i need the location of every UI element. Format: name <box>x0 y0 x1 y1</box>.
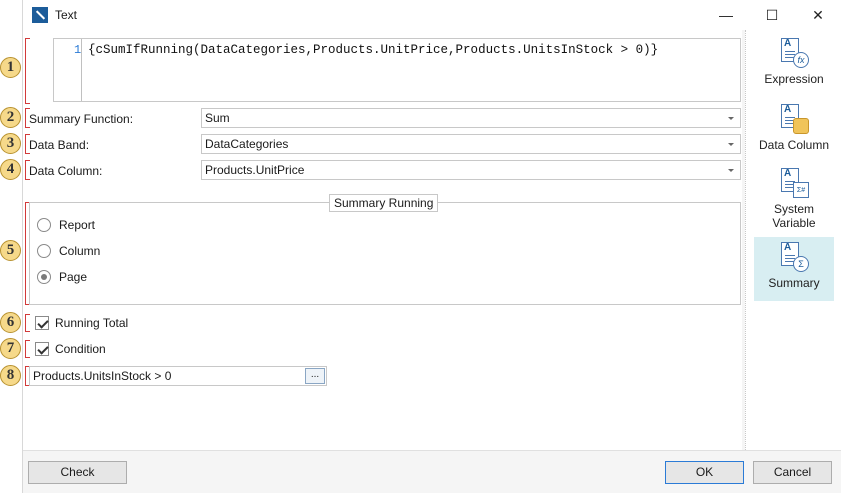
expression-code[interactable]: {cSumIfRunning(DataCategories,Products.U… <box>88 43 658 57</box>
system-variable-icon: Σ# <box>779 168 809 198</box>
dialog-footer: Check OK Cancel <box>23 450 841 493</box>
summary-function-value: Sum <box>205 111 230 125</box>
data-band-select[interactable]: DataCategories <box>201 134 741 154</box>
callout-marker-2: 2 <box>0 107 21 128</box>
bracket-7 <box>25 340 30 358</box>
summary-function-label: Summary Function: <box>29 112 134 126</box>
main-panel: 1 {cSumIfRunning(DataCategories,Products… <box>23 30 742 450</box>
callout-marker-8: 8 <box>0 365 21 386</box>
sidebar-item-data-column[interactable]: Data Column <box>754 104 834 160</box>
callout-marker-6: 6 <box>0 312 21 333</box>
running-total-check[interactable]: Running Total <box>35 316 128 330</box>
callout-marker-3: 3 <box>0 133 21 154</box>
line-number: 1 <box>74 43 82 57</box>
condition-input-value[interactable]: Products.UnitsInStock > 0 <box>33 369 171 383</box>
data-band-label: Data Band: <box>29 138 90 152</box>
title-bar: Text — ☐ ✕ <box>23 0 841 30</box>
sidebar-item-label: System Variable <box>772 202 816 230</box>
radio-page-button[interactable] <box>37 270 51 284</box>
app-icon <box>32 7 48 23</box>
summary-running-group <box>29 202 741 305</box>
window-title: Text <box>55 8 78 22</box>
chevron-down-icon <box>728 117 734 120</box>
summary-function-select[interactable]: Sum <box>201 108 741 128</box>
expression-icon: fx <box>779 38 809 68</box>
bracket-6 <box>25 314 30 332</box>
radio-report[interactable]: Report <box>37 218 95 232</box>
insert-sidebar: fx Expression Data Column Σ# System Vari… <box>745 30 841 450</box>
expression-editor[interactable]: 1 {cSumIfRunning(DataCategories,Products… <box>53 38 741 102</box>
radio-column-label: Column <box>59 244 101 258</box>
callout-marker-5: 5 <box>0 240 21 261</box>
chevron-down-icon <box>728 169 734 172</box>
callout-marker-1: 1 <box>0 57 21 78</box>
maximize-button[interactable]: ☐ <box>757 4 787 26</box>
minimize-button[interactable]: — <box>711 4 741 26</box>
callout-marker-7: 7 <box>0 338 21 359</box>
condition-browse-button[interactable]: ... <box>305 368 325 384</box>
radio-column[interactable]: Column <box>37 244 100 258</box>
cancel-button[interactable]: Cancel <box>753 461 832 484</box>
radio-report-button[interactable] <box>37 218 51 232</box>
condition-checkbox[interactable] <box>35 342 49 356</box>
chevron-down-icon <box>728 143 734 146</box>
radio-page[interactable]: Page <box>37 270 87 284</box>
ok-button[interactable]: OK <box>665 461 744 484</box>
condition-label: Condition <box>55 342 106 356</box>
running-total-checkbox[interactable] <box>35 316 49 330</box>
radio-report-label: Report <box>59 218 96 232</box>
summary-running-title: Summary Running <box>329 194 439 212</box>
sidebar-item-label: Expression <box>764 72 824 86</box>
data-band-value: DataCategories <box>205 137 289 151</box>
sidebar-item-label: Summary <box>768 276 820 290</box>
sidebar-item-label: Data Column <box>758 138 830 152</box>
radio-page-label: Page <box>59 270 88 284</box>
running-total-label: Running Total <box>55 316 129 330</box>
condition-check[interactable]: Condition <box>35 342 106 356</box>
sidebar-item-expression[interactable]: fx Expression <box>754 38 834 94</box>
radio-column-button[interactable] <box>37 244 51 258</box>
data-column-label: Data Column: <box>29 164 103 178</box>
condition-input[interactable]: Products.UnitsInStock > 0 ... <box>29 366 327 386</box>
text-dialog: Text — ☐ ✕ 1 {cSumIfRunning(DataCategori… <box>22 0 841 493</box>
callout-marker-4: 4 <box>0 159 21 180</box>
sidebar-item-summary[interactable]: Σ Summary <box>754 237 834 301</box>
data-column-select[interactable]: Products.UnitPrice <box>201 160 741 180</box>
bracket-1 <box>25 38 30 104</box>
close-button[interactable]: ✕ <box>803 4 833 26</box>
sidebar-item-system-variable[interactable]: Σ# System Variable <box>754 168 834 238</box>
data-column-icon <box>779 104 809 134</box>
data-column-value: Products.UnitPrice <box>205 163 305 177</box>
check-button[interactable]: Check <box>28 461 127 484</box>
summary-icon: Σ <box>779 242 809 272</box>
